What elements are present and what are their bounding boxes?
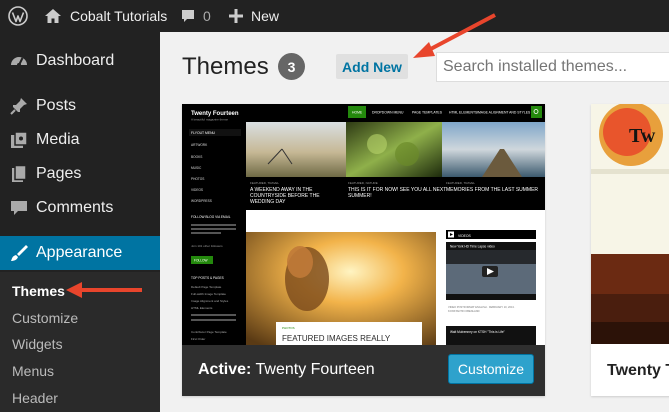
- svg-text:HTML Elements: HTML Elements: [191, 306, 213, 310]
- sidebar-item-posts[interactable]: Posts: [0, 89, 160, 123]
- sidebar-item-appearance[interactable]: Appearance: [0, 236, 160, 270]
- page-title: Themes: [182, 53, 269, 80]
- svg-text:Walt Mulvenney on KTSH "This i: Walt Mulvenney on KTSH "This is Life": [450, 330, 505, 334]
- svg-text:VIDEO POSTFORMAT ENGLISH · FEB: VIDEO POSTFORMAT ENGLISH · FEBRUARY 10, …: [448, 305, 516, 309]
- comments-link[interactable]: 0: [180, 0, 211, 32]
- svg-text:PHOTOS: PHOTOS: [282, 326, 295, 330]
- svg-text:TOP POSTS & PAGES: TOP POSTS & PAGES: [191, 276, 224, 280]
- comment-bubble-icon: [9, 198, 29, 218]
- svg-text:Image Alignment and Styles: Image Alignment and Styles: [191, 299, 229, 303]
- svg-text:WEDDING DAY: WEDDING DAY: [250, 199, 286, 205]
- submenu-item-themes[interactable]: Themes: [12, 283, 65, 299]
- customize-button[interactable]: Customize: [448, 354, 534, 384]
- sidebar-item-label: Pages: [36, 165, 82, 182]
- preview-nav-item: HTML ELEMENTS: [449, 111, 478, 115]
- svg-text:WORDPRESS: WORDPRESS: [191, 199, 212, 203]
- admin-bar: Cobalt Tutorials 0 New: [0, 0, 669, 32]
- svg-text:Contributor Page Template: Contributor Page Template: [191, 330, 227, 334]
- svg-text:FOLLOW BLOG VIA EMAIL: FOLLOW BLOG VIA EMAIL: [191, 215, 231, 219]
- svg-text:PHOTOS: PHOTOS: [191, 177, 204, 181]
- annotation-arrow-themes: [66, 282, 142, 298]
- site-name-link[interactable]: Cobalt Tutorials: [44, 0, 167, 32]
- svg-text:FEATURED IMAGES REALLY: FEATURED IMAGES REALLY: [282, 334, 391, 343]
- comment-bubble-icon: [180, 8, 196, 24]
- sidebar-item-comments[interactable]: Comments: [0, 191, 160, 225]
- sidebar-item-media[interactable]: Media: [0, 123, 160, 157]
- pages-icon: [9, 164, 29, 184]
- wordpress-logo-icon[interactable]: [8, 0, 28, 32]
- home-icon: [44, 8, 62, 24]
- svg-text:Join 101 other followers: Join 101 other followers: [191, 244, 223, 248]
- svg-text:FEATURED, TRAVEL: FEATURED, TRAVEL: [446, 181, 475, 185]
- svg-text:MUSIC: MUSIC: [191, 166, 202, 170]
- sidebar-item-label: Media: [36, 131, 80, 148]
- svg-text:VIDEOS: VIDEOS: [458, 234, 472, 238]
- preview-tagline: A beautiful magazine theme: [191, 118, 228, 122]
- sidebar-item-label: Posts: [36, 97, 77, 114]
- sidebar-item-label: Comments: [36, 199, 114, 216]
- pin-icon: [9, 96, 29, 116]
- sidebar-item-dashboard[interactable]: Dashboard: [0, 44, 160, 78]
- add-new-button[interactable]: Add New: [336, 54, 408, 79]
- preview-nav-item: HOME: [352, 111, 363, 115]
- svg-text:New York HD Time Lapse video: New York HD Time Lapse video: [450, 245, 495, 249]
- svg-text:FEATURED, NATURE: FEATURED, NATURE: [348, 181, 378, 185]
- svg-text:Full-width Image Template: Full-width Image Template: [191, 292, 226, 296]
- active-theme-bar: Active: Twenty Fourteen Customize: [182, 345, 545, 396]
- preview-nav-item: DROPDOWN MENU: [372, 111, 404, 115]
- theme-screenshot-2[interactable]: Tw: [591, 104, 669, 344]
- theme-count-badge: 3: [278, 53, 305, 80]
- svg-text:KONSTANTIN OBENLAND: KONSTANTIN OBENLAND: [448, 309, 480, 313]
- submenu-item-widgets[interactable]: Widgets: [12, 336, 63, 352]
- svg-text:MEMORIES FROM THE LAST SUMMER: MEMORIES FROM THE LAST SUMMER: [446, 187, 538, 193]
- preview2-title: Tw: [629, 125, 656, 147]
- preview-nav-item: IMAGE ALIGNMENT AND STYLES: [477, 111, 531, 115]
- new-label: New: [251, 8, 280, 24]
- svg-text:ARTWORK: ARTWORK: [191, 143, 208, 147]
- submenu-item-customize[interactable]: Customize: [12, 310, 78, 326]
- paintbrush-icon: [9, 243, 29, 263]
- svg-text:FOLLOW: FOLLOW: [194, 259, 207, 263]
- annotation-arrow-add-new: [413, 13, 496, 58]
- theme-card-twenty-thirteen[interactable]: Tw Twenty T: [591, 104, 669, 396]
- comments-count: 0: [203, 8, 211, 24]
- svg-text:FEATURED, TRAVEL: FEATURED, TRAVEL: [250, 181, 279, 185]
- sidebar-item-label: Dashboard: [36, 52, 115, 69]
- preview-site-title: Twenty Fourteen: [191, 111, 239, 117]
- sidebar-item-pages[interactable]: Pages: [0, 157, 160, 191]
- active-theme-card[interactable]: Twenty Fourteen A beautiful magazine the…: [182, 104, 545, 396]
- theme-name-2: Twenty T: [607, 362, 669, 379]
- svg-text:FLYOUT MENU: FLYOUT MENU: [191, 131, 216, 135]
- plus-icon: [229, 9, 243, 23]
- svg-text:BOOKS: BOOKS: [191, 155, 202, 159]
- site-name: Cobalt Tutorials: [70, 8, 168, 24]
- main-content: Themes 3 Add New Twenty Fourteen A beaut…: [160, 32, 669, 412]
- preview-nav-item: PAGE TEMPLATES: [412, 111, 443, 115]
- theme-screenshot[interactable]: Twenty Fourteen A beautiful magazine the…: [182, 104, 545, 345]
- svg-text:VIDEOS: VIDEOS: [191, 188, 203, 192]
- svg-text:SUMMER!: SUMMER!: [348, 193, 372, 199]
- media-icon: [9, 130, 29, 150]
- active-theme-name: Active: Twenty Fourteen: [198, 361, 375, 378]
- new-content-link[interactable]: New: [229, 0, 279, 32]
- submenu-item-header[interactable]: Header: [12, 390, 58, 406]
- svg-text:First Order: First Order: [191, 337, 205, 341]
- sidebar-item-label: Appearance: [36, 244, 123, 261]
- submenu-item-menus[interactable]: Menus: [12, 363, 54, 379]
- svg-text:Default Page Template: Default Page Template: [191, 285, 222, 289]
- dashboard-icon: [9, 51, 29, 71]
